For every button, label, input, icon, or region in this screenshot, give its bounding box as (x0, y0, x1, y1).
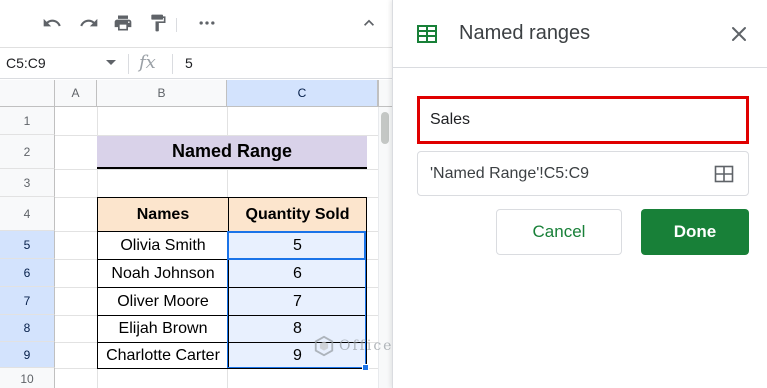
quantity-cell[interactable]: 7 (228, 287, 367, 316)
name-cell[interactable]: Olivia Smith (97, 231, 229, 260)
collapse-icon[interactable] (358, 12, 380, 34)
name-cell[interactable]: Charlotte Carter (97, 342, 229, 369)
column-header-c[interactable]: C (227, 80, 378, 107)
done-button[interactable]: Done (641, 209, 749, 255)
range-name-input[interactable] (420, 99, 746, 141)
watermark: OfficeWheel (313, 335, 392, 357)
cancel-button[interactable]: Cancel (496, 209, 622, 255)
spreadsheet-area: C5:C9 fx 5 A B C 1 2 3 4 5 6 7 8 9 10 Na… (0, 0, 392, 388)
chevron-down-icon[interactable] (106, 60, 116, 65)
print-icon[interactable] (112, 12, 134, 34)
select-range-grid-icon[interactable] (714, 164, 734, 189)
row-header[interactable]: 5 (0, 231, 55, 259)
table-header-names[interactable]: Names (97, 197, 229, 232)
formula-bar: C5:C9 fx 5 (0, 47, 392, 79)
formula-divider (128, 54, 129, 74)
range-name-field (417, 96, 749, 144)
fill-handle[interactable] (362, 364, 369, 371)
watermark-text: OfficeWheel (339, 338, 392, 354)
undo-icon[interactable] (41, 12, 63, 34)
named-ranges-panel: Named ranges Cancel Done (392, 0, 767, 388)
watermark-logo-icon (314, 335, 334, 357)
table-row: Noah Johnson 6 (97, 259, 367, 288)
panel-title: Named ranges (459, 22, 591, 44)
column-header-b[interactable]: B (97, 80, 227, 107)
table-row: Olivia Smith 5 (97, 231, 367, 260)
paint-format-icon[interactable] (147, 12, 169, 34)
row-header[interactable]: 6 (0, 259, 55, 287)
range-reference-field (417, 151, 749, 196)
name-cell[interactable]: Noah Johnson (97, 259, 229, 288)
formula-divider (172, 54, 173, 74)
redo-icon[interactable] (78, 12, 100, 34)
row-header[interactable]: 4 (0, 197, 55, 231)
toolbar-divider (176, 18, 177, 32)
row-header[interactable]: 7 (0, 287, 55, 315)
column-header-a[interactable]: A (55, 80, 97, 107)
row-header[interactable]: 3 (0, 169, 55, 197)
name-cell[interactable]: Elijah Brown (97, 315, 229, 343)
select-all-corner[interactable] (0, 80, 55, 107)
panel-header: Named ranges (393, 0, 767, 68)
row-header[interactable]: 2 (0, 135, 55, 169)
header-scroll-cap (378, 80, 392, 107)
named-range-title: Named Range (97, 136, 367, 169)
row-header[interactable]: 10 (0, 368, 55, 388)
close-icon[interactable] (730, 25, 748, 43)
name-cell[interactable]: Oliver Moore (97, 287, 229, 316)
quantity-cell[interactable]: 5 (228, 231, 367, 260)
range-reference-input[interactable] (418, 152, 708, 195)
row-header[interactable]: 9 (0, 342, 55, 368)
sheets-table-icon (416, 23, 438, 50)
function-icon: fx (139, 52, 156, 73)
formula-input[interactable]: 5 (185, 55, 193, 71)
more-icon[interactable] (196, 12, 218, 34)
row-header[interactable]: 8 (0, 315, 55, 342)
table-row: Oliver Moore 7 (97, 287, 367, 316)
toolbar (0, 0, 392, 47)
table-header-quantity[interactable]: Quantity Sold (228, 197, 367, 232)
quantity-cell[interactable]: 6 (228, 259, 367, 288)
scrollbar-thumb[interactable] (381, 112, 389, 144)
row-header[interactable]: 1 (0, 107, 55, 135)
